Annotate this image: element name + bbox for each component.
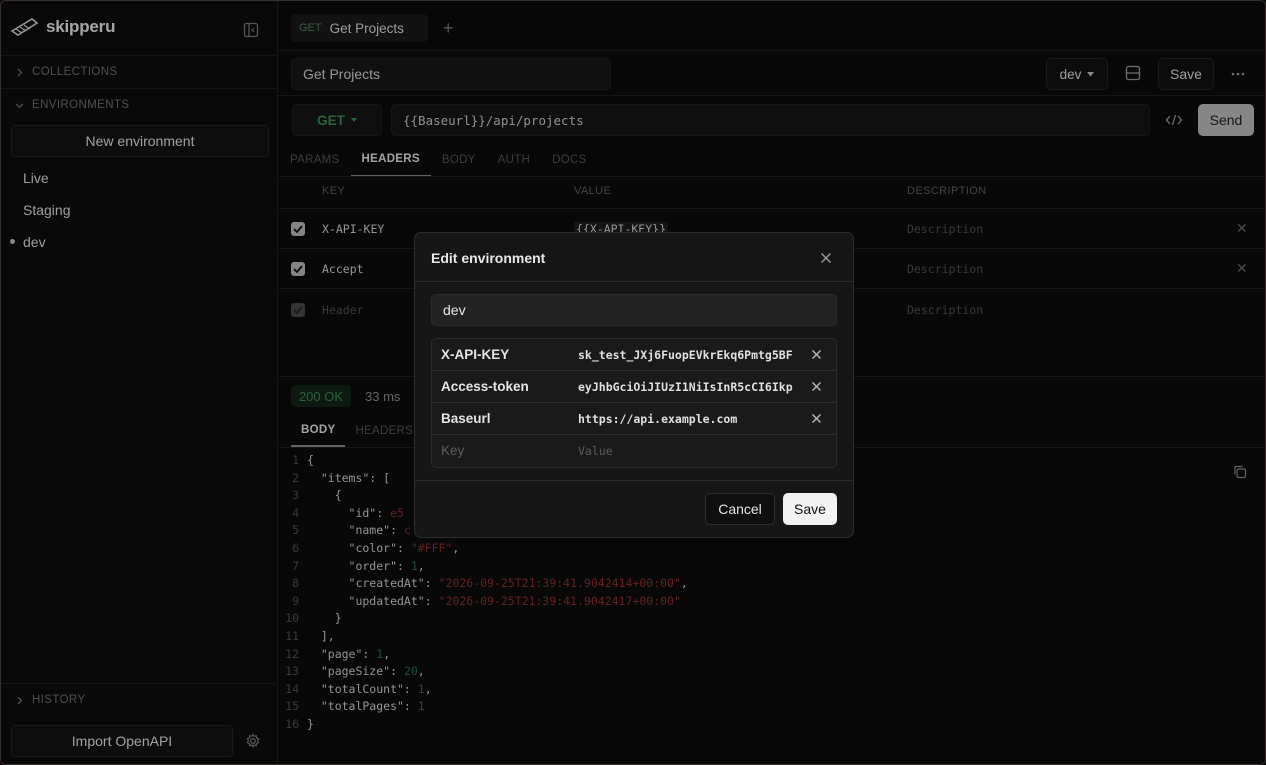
close-icon[interactable] bbox=[819, 251, 833, 265]
app-window: skipperu COLLECTIONS ENVIRONMENTS New en… bbox=[0, 0, 1266, 765]
variable-value[interactable]: eyJhbGciOiJIUzI1NiIsInR5cCI6Ikp bbox=[578, 380, 798, 394]
variable-value[interactable]: https://api.example.com bbox=[578, 412, 798, 426]
dialog-title: Edit environment bbox=[431, 250, 546, 266]
environment-name-input[interactable]: dev bbox=[431, 294, 837, 326]
variable-row: Access-token eyJhbGciOiJIUzI1NiIsInR5cCI… bbox=[432, 371, 836, 403]
variable-row: X-API-KEY sk_test_JXj6FuopEVkrEkq6Pmtg5B… bbox=[432, 339, 836, 371]
variable-value-placeholder[interactable]: Value bbox=[578, 444, 798, 458]
remove-variable-icon[interactable] bbox=[811, 413, 822, 424]
variable-key[interactable]: Access-token bbox=[441, 379, 529, 394]
divider bbox=[415, 281, 853, 282]
variables-table: X-API-KEY sk_test_JXj6FuopEVkrEkq6Pmtg5B… bbox=[431, 338, 837, 468]
cancel-button[interactable]: Cancel bbox=[705, 493, 775, 525]
remove-variable-icon[interactable] bbox=[811, 349, 822, 360]
divider bbox=[415, 480, 853, 481]
remove-variable-icon[interactable] bbox=[811, 381, 822, 392]
save-button[interactable]: Save bbox=[783, 493, 837, 525]
variable-key[interactable]: X-API-KEY bbox=[441, 347, 509, 362]
variable-key[interactable]: Baseurl bbox=[441, 411, 491, 426]
variable-row: Baseurl https://api.example.com bbox=[432, 403, 836, 435]
variable-value[interactable]: sk_test_JXj6FuopEVkrEkq6Pmtg5BF bbox=[578, 348, 798, 362]
variable-row-new: Key Value bbox=[432, 435, 836, 467]
edit-environment-dialog: Edit environment dev X-API-KEY sk_test_J… bbox=[414, 232, 854, 538]
variable-key-placeholder[interactable]: Key bbox=[441, 443, 464, 458]
